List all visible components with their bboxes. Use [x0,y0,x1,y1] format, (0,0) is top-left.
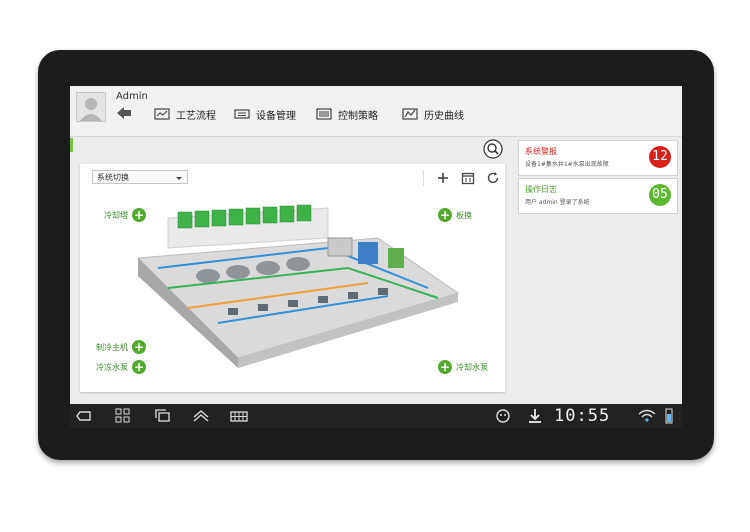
system-switch-value: 系统切换 [97,173,129,182]
nav-equipment[interactable]: 设备管理 [234,106,296,122]
nav-history[interactable]: 历史曲线 [402,106,464,122]
system-switch-select[interactable]: 系统切换 [92,170,188,184]
callout-cooling-tower-label: 冷却塔 [104,210,128,220]
system-alarm-card[interactable]: 系统警报 设备1#集水井1#水泵出现故障 12 [518,140,678,176]
recent-apps-icon[interactable] [154,408,172,424]
add-icon[interactable] [436,171,450,185]
app-header: Admin 工艺流程 设备管理 控制策略 历史曲线 [70,86,682,137]
active-accent-bar [70,138,73,152]
chevron-down-icon [176,177,182,180]
callout-cooling-water-pump-label: 冷却水泵 [456,362,488,372]
control-icon [316,108,332,120]
nav-process-flow-label: 工艺流程 [176,110,216,122]
status-clock: 10:55 [554,406,611,426]
callout-plate-exchanger-label: 板换 [456,210,472,220]
process-flow-icon [154,108,170,120]
history-chart-icon [402,108,418,120]
system-status-bar: 10:55 [70,404,682,428]
equipment-icon [234,109,250,119]
download-icon [529,409,541,423]
wifi-icon [638,409,656,422]
calendar-icon[interactable] [461,171,475,185]
menu-up-icon[interactable] [192,408,210,424]
alarm-title: 系统警报 [525,147,557,156]
plus-icon: + [132,208,146,222]
operation-log-card[interactable]: 操作日志 用户 admin 登录了系统 05 [518,178,678,214]
nav-history-label: 历史曲线 [424,110,464,122]
log-count-badge: 05 [649,184,671,206]
username-label: Admin [116,91,148,102]
plus-icon: + [438,360,452,374]
hvac-plant-illustration [136,204,460,368]
nav-control[interactable]: 控制策略 [316,106,378,122]
back-icon[interactable] [76,408,94,424]
battery-icon [665,408,673,424]
app-screen: Admin 工艺流程 设备管理 控制策略 历史曲线 系统切换 冷却塔 + + 板… [70,86,682,428]
callout-plate-exchanger[interactable]: + 板换 [438,208,472,222]
nav-control-label: 控制策略 [338,110,378,122]
alarm-count-badge: 12 [649,146,671,168]
callout-chiller[interactable]: 制冷主机 + [96,340,146,354]
back-arrow-icon[interactable] [116,106,132,120]
android-icon [496,409,510,423]
home-grid-icon[interactable] [114,408,132,424]
plus-icon: + [132,360,146,374]
callout-cooling-tower[interactable]: 冷却塔 + [104,208,146,222]
callout-chilled-water-pump-label: 冷冻水泵 [96,362,128,372]
search-icon[interactable] [483,139,503,159]
plus-icon: + [132,340,146,354]
plus-icon: + [438,208,452,222]
nav-process-flow[interactable]: 工艺流程 [154,106,216,122]
callout-chiller-label: 制冷主机 [96,342,128,352]
refresh-icon[interactable] [486,171,500,185]
toolbar-divider [423,170,424,186]
alarm-detail: 设备1#集水井1#水泵出现故障 [525,161,609,168]
callout-chilled-water-pump[interactable]: 冷冻水泵 + [96,360,146,374]
user-avatar[interactable] [76,92,106,122]
log-detail: 用户 admin 登录了系统 [525,199,590,206]
keyboard-icon[interactable] [230,408,248,424]
callout-cooling-water-pump[interactable]: + 冷却水泵 [438,360,488,374]
log-title: 操作日志 [525,185,557,194]
nav-equipment-label: 设备管理 [256,110,296,122]
process-panel: 系统切换 冷却塔 + + 板换 制冷主机 + 冷冻水泵 + + 冷却水泵 [80,164,505,392]
